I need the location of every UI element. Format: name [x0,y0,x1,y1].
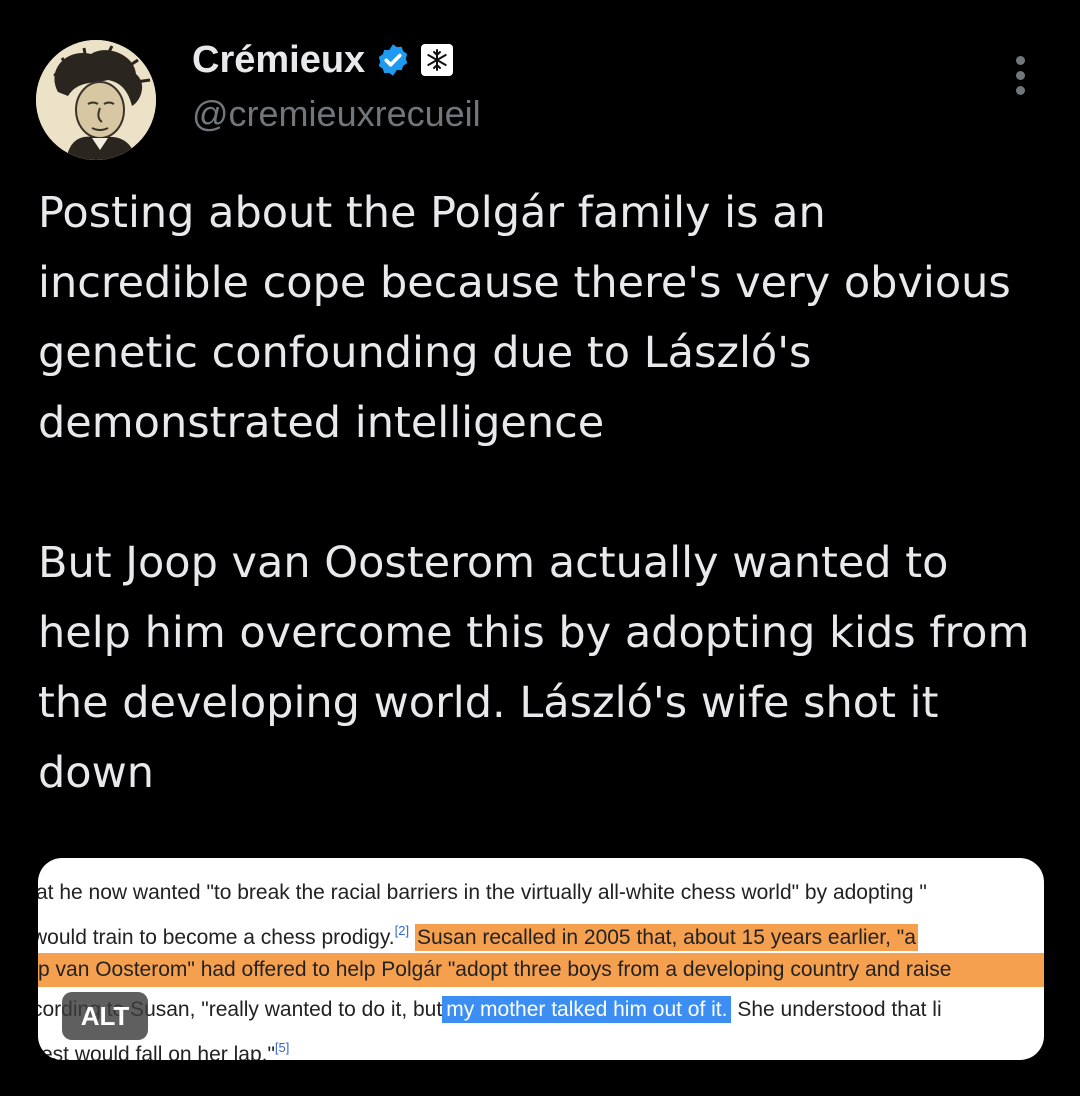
orange-highlight-band: p van Oosterom" had offered to help Polg… [38,953,1044,988]
excerpt-line-2: would train to become a chess prodigy.[2… [38,923,918,951]
caricature-portrait-icon [36,40,156,160]
author-avatar[interactable] [36,40,156,160]
author-name[interactable]: Crémieux [192,38,365,82]
excerpt-line-1: at he now wanted "to break the racial ba… [38,880,927,904]
author-name-row[interactable]: Crémieux [192,38,454,82]
blue-selection-highlight: my mother talked him out of it. [442,995,732,1023]
more-vertical-icon[interactable] [1006,56,1034,100]
tweet-paragraph-1: Posting about the Polgár family is an in… [38,188,1011,448]
verified-badge-icon [378,44,408,76]
snowflake-badge-icon[interactable] [421,44,454,76]
citation-ref: [5] [274,1040,290,1055]
excerpt-line-3: p van Oosterom" had offered to help Polg… [38,950,1044,989]
tweet-paragraph-2: But Joop van Oosterom actually wanted to… [38,538,1030,798]
alt-text-button[interactable]: ALT [62,992,148,1040]
wikipedia-excerpt: at he now wanted "to break the racial ba… [38,872,1044,1060]
excerpt-line-5: rest would fall on her lap."[5] [38,1040,290,1060]
orange-highlight: Susan recalled in 2005 that, about 15 ye… [414,923,918,951]
citation-ref: [2] [394,923,410,938]
excerpt-line-4: cording to Susan, "really wanted to do i… [38,995,942,1023]
tweet-text: Posting about the Polgár family is an in… [38,178,1048,808]
author-handle[interactable]: @cremieuxrecueil [192,92,481,136]
tweet-image[interactable]: at he now wanted "to break the racial ba… [38,858,1044,1060]
